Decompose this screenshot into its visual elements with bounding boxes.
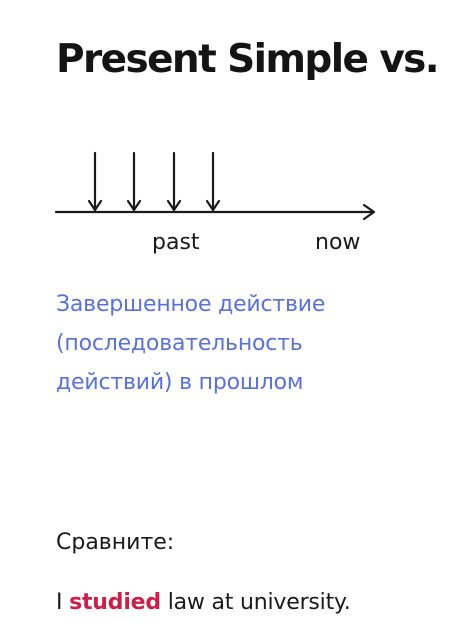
timeline-label-now: now xyxy=(315,230,361,255)
usage-description: Завершенное действие (последовательность… xyxy=(56,285,441,402)
event-arrow xyxy=(87,151,103,212)
compare-label: Сравните: xyxy=(56,530,175,555)
usage-description-line: действий) в прошлом xyxy=(56,370,304,395)
usage-description-line: Завершенное действие xyxy=(56,292,326,317)
event-arrow xyxy=(166,151,182,212)
event-arrow xyxy=(205,151,221,212)
example-highlighted-verb: studied xyxy=(69,590,161,615)
example-text-start: I xyxy=(56,590,70,615)
example-text-end: law at university. xyxy=(160,590,351,615)
event-arrow xyxy=(126,151,142,212)
example-sentence: I studied law at university. xyxy=(56,588,351,618)
timeline-label-past: past xyxy=(152,230,200,255)
usage-description-line: (последовательность xyxy=(56,331,303,356)
